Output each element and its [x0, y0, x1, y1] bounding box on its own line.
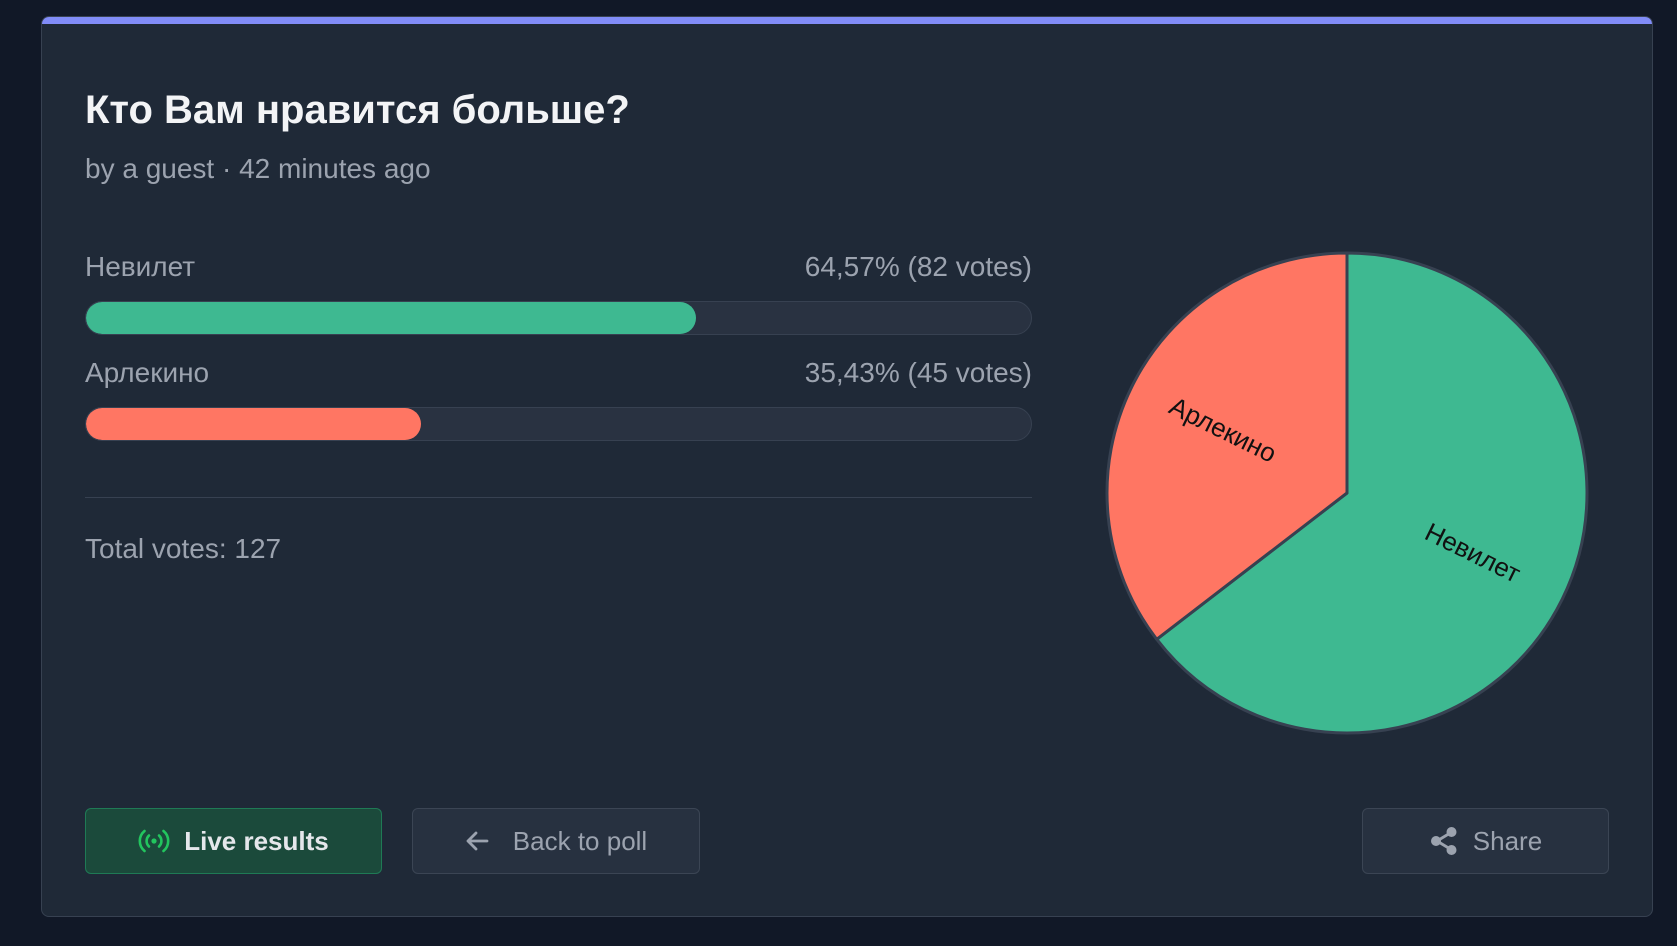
- back-to-poll-button[interactable]: Back to poll: [412, 808, 700, 874]
- divider: [85, 497, 1032, 498]
- share-icon: [1429, 826, 1459, 856]
- poll-results-card: Кто Вам нравится больше? by a guest · 42…: [41, 16, 1653, 917]
- arrow-left-icon: [465, 830, 489, 852]
- option-label: Арлекино: [85, 357, 210, 388]
- option-label: Невилет: [85, 251, 196, 282]
- result-option: Арлекино 35,43% (45 votes): [85, 355, 1032, 461]
- live-results-label: Live results: [184, 825, 329, 856]
- results-pie-chart: НевилетАрлекино: [1105, 251, 1589, 735]
- card-accent-bar: [42, 17, 1652, 24]
- broadcast-icon: [138, 828, 170, 854]
- back-to-poll-label: Back to poll: [512, 825, 648, 856]
- poll-meta: by a guest · 42 minutes ago: [85, 153, 431, 184]
- result-bar-track: [85, 301, 1032, 335]
- option-result: 35,43% (45 votes): [804, 357, 1032, 388]
- option-result: 64,57% (82 votes): [804, 251, 1032, 282]
- results-list: Невилет 64,57% (82 votes) Арлекино 35,43…: [85, 249, 1032, 461]
- share-button[interactable]: Share: [1362, 808, 1609, 874]
- result-option: Невилет 64,57% (82 votes): [85, 249, 1032, 355]
- result-bar-fill: [86, 302, 697, 334]
- result-bar-track: [85, 407, 1032, 441]
- total-votes: Total votes: 127: [85, 533, 282, 564]
- live-results-button[interactable]: Live results: [85, 808, 382, 874]
- share-label: Share: [1472, 825, 1543, 856]
- result-bar-fill: [86, 408, 421, 440]
- poll-title: Кто Вам нравится больше?: [85, 88, 630, 132]
